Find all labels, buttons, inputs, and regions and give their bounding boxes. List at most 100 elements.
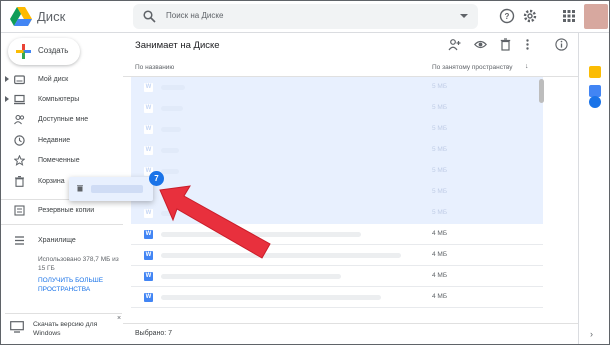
file-size: 5 МБ (432, 125, 448, 132)
table-row[interactable]: W5 МБ (131, 182, 543, 203)
file-size: 4 МБ (432, 272, 448, 279)
drag-preview-filename (91, 185, 143, 193)
expand-panel-icon[interactable]: › (590, 329, 593, 339)
settings-icon[interactable] (522, 8, 538, 24)
download-windows-link[interactable]: Скачать версию для Windows (33, 320, 113, 338)
sidebar-item-my-drive[interactable]: Мой диск (0, 71, 123, 89)
storage-icon (15, 236, 24, 245)
word-doc-icon: W (144, 146, 153, 155)
page-title: Занимает на Диске (135, 40, 220, 51)
word-doc-icon: W (144, 230, 153, 239)
my-drive-icon (14, 75, 25, 85)
apps-grid-icon[interactable] (561, 8, 577, 24)
file-size: 5 МБ (432, 146, 448, 153)
close-icon[interactable]: × (117, 315, 121, 322)
sidebar-item-recent[interactable]: Недавние (0, 132, 123, 150)
sort-by-name-header[interactable]: По названию (135, 64, 174, 71)
search-input[interactable]: Поиск на Диске (166, 11, 223, 20)
search-options-icon[interactable] (460, 14, 468, 18)
file-name-redacted (161, 148, 179, 153)
shared-icon (14, 114, 25, 125)
tasks-icon[interactable] (589, 96, 601, 108)
file-list: W 5 МБ W 5 МБ W 5 МБ W 5 МБ W 5 МБ W 5 МБ W 5 МБ W 4 МБ… (123, 77, 543, 323)
buy-storage-link[interactable]: Получить больше пространства (38, 276, 123, 294)
table-row[interactable]: W 4 МБ (131, 245, 543, 266)
word-doc-icon: W (144, 293, 153, 302)
file-name-redacted (161, 190, 171, 195)
create-label: Создать (38, 46, 69, 55)
file-size: 4 МБ (432, 251, 448, 258)
table-row[interactable]: W5 МБ (131, 119, 543, 140)
table-row[interactable]: W 5 МБ (131, 98, 543, 119)
expand-arrow-icon[interactable] (5, 96, 9, 102)
search-bar[interactable]: Поиск на Диске (133, 4, 478, 29)
column-header-row: По названию По занятому пространству ↓ (123, 60, 578, 77)
side-panel-rail: › (578, 33, 610, 345)
scrollbar[interactable] (539, 79, 544, 103)
sidebar-item-label: Компьютеры (38, 96, 80, 103)
trash-icon (77, 185, 83, 192)
drag-count-badge: 7 (149, 171, 164, 186)
top-bar: Диск Поиск на Диске ? (0, 0, 610, 33)
google-drive-icon[interactable] (10, 7, 32, 26)
file-name-redacted (161, 295, 381, 300)
table-row[interactable]: W 4 МБ (131, 266, 543, 287)
sidebar-item-backups[interactable]: Резервные копии (0, 202, 123, 220)
file-size: 4 МБ (432, 230, 448, 237)
file-size: 5 МБ (432, 83, 448, 90)
file-size: 5 МБ (432, 104, 448, 111)
sidebar-item-label: Хранилище (38, 237, 76, 244)
sidebar-item-label: Корзина (38, 178, 65, 185)
info-icon[interactable] (555, 38, 568, 51)
sidebar-item-label: Помеченные (38, 157, 80, 164)
file-name-redacted (161, 106, 183, 111)
sort-by-size-header[interactable]: По занятому пространству (432, 64, 513, 71)
word-doc-icon: W (144, 104, 153, 113)
sidebar-item-shared[interactable]: Доступные мне (0, 111, 123, 129)
file-name-redacted (161, 85, 185, 90)
file-size: 5 МБ (432, 209, 448, 216)
computer-icon (14, 94, 25, 105)
drag-preview (69, 177, 153, 201)
sort-direction-icon[interactable]: ↓ (525, 63, 529, 70)
sidebar-item-label: Мой диск (38, 76, 69, 83)
backup-icon (14, 205, 25, 216)
download-banner: Скачать версию для Windows × (5, 313, 122, 343)
more-vert-icon[interactable] (521, 38, 534, 51)
word-doc-icon: W (144, 272, 153, 281)
divider (0, 224, 123, 225)
file-name-redacted (161, 211, 173, 216)
avatar[interactable] (584, 4, 608, 29)
expand-arrow-icon[interactable] (5, 76, 9, 82)
share-person-icon[interactable] (448, 38, 461, 51)
file-name-redacted (161, 127, 181, 132)
sidebar-item-starred[interactable]: Помеченные (0, 152, 123, 170)
preview-eye-icon[interactable] (474, 38, 487, 51)
table-row[interactable]: W 4 МБ (131, 287, 543, 308)
file-list-panel: Занимает на Диске По названию По занятом… (123, 33, 578, 345)
monitor-icon (10, 321, 24, 333)
sidebar-item-label: Недавние (38, 137, 71, 144)
table-row[interactable]: W5 МБ (131, 161, 543, 182)
create-button[interactable]: Создать (8, 38, 80, 65)
file-name-redacted (161, 253, 401, 258)
word-doc-icon: W (144, 251, 153, 260)
sidebar-item-storage[interactable]: Хранилище (0, 232, 123, 250)
table-row[interactable]: W 5 МБ (131, 77, 543, 98)
delete-icon[interactable] (499, 38, 512, 51)
storage-usage-text: Использовано 378,7 МБ из 15 ГБ (38, 256, 119, 272)
file-size: 4 МБ (432, 293, 448, 300)
table-row[interactable]: W 4 МБ (131, 224, 543, 245)
help-icon[interactable]: ? (499, 8, 515, 24)
word-doc-icon: W (144, 209, 153, 218)
calendar-icon[interactable] (589, 66, 601, 78)
search-icon[interactable] (143, 10, 156, 23)
app-title[interactable]: Диск (37, 9, 65, 24)
file-name-redacted (161, 274, 341, 279)
table-row[interactable]: W 5 МБ (131, 140, 543, 161)
word-doc-icon: W (144, 83, 153, 92)
svg-text:?: ? (505, 12, 510, 21)
selection-count: Выбрано: 7 (135, 330, 173, 337)
sidebar-item-computers[interactable]: Компьютеры (0, 91, 123, 109)
table-row[interactable]: W 5 МБ (131, 203, 543, 224)
